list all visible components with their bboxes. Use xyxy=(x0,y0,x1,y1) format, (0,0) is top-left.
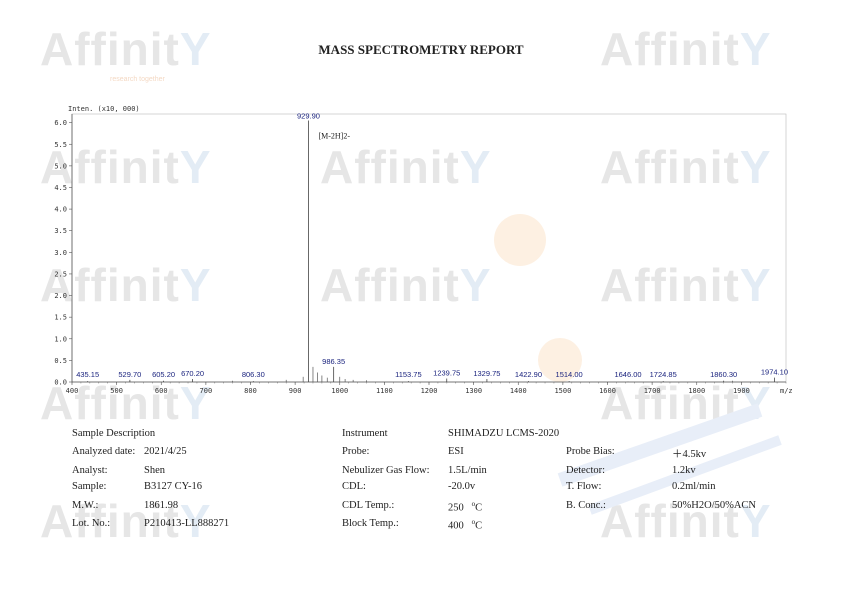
x-tick-label: 1700 xyxy=(644,387,661,395)
block-temp-label: Block Temp.: xyxy=(342,518,399,529)
mass-spectrum-chart: Inten. (x10, 000) 0.0 0.5 1.0 1.5 2.0 2.5 3.0 3.… xyxy=(54,105,792,395)
peak-label: 929.90 xyxy=(297,111,320,120)
x-tick-label: 800 xyxy=(244,387,257,395)
peak-label: 1514.00 xyxy=(556,370,583,379)
analyst-value: Shen xyxy=(144,465,165,476)
peak-label: 986.35 xyxy=(322,357,345,366)
y-tick-label: 2.5 xyxy=(54,270,67,278)
detector-label: Detector: xyxy=(566,465,606,476)
tflow-label: T. Flow: xyxy=(566,481,602,492)
cdl-temp-value: 250 oC xyxy=(448,500,483,514)
instrument-value: SHIMADZU LCMS-2020 xyxy=(448,428,560,439)
y-tick-label: 1.0 xyxy=(54,335,67,343)
probe-bias-label: Probe Bias: xyxy=(566,446,615,457)
mw-label: M.W.: xyxy=(72,500,99,511)
y-tick-label: 5.5 xyxy=(54,141,67,149)
y-tick-label: 3.0 xyxy=(54,249,67,257)
chart-axes: Inten. (x10, 000) 0.0 0.5 1.0 1.5 2.0 2.5 3.0 3.… xyxy=(54,105,792,395)
lot-label: Lot. No.: xyxy=(72,518,111,529)
instrument-label: Instrument xyxy=(342,428,388,439)
cdl-temp-label: CDL Temp.: xyxy=(342,500,395,511)
y-tick-label: 1.5 xyxy=(54,314,67,322)
x-tick-label: 900 xyxy=(289,387,302,395)
peak-label: 1724.85 xyxy=(650,370,677,379)
analyst-label: Analyst: xyxy=(72,465,108,476)
peak-label: 1329.75 xyxy=(473,369,500,378)
cdl-label: CDL: xyxy=(342,481,366,492)
peak-label: 1860.30 xyxy=(710,370,737,379)
lot-value: P210413-LL888271 xyxy=(144,518,230,529)
y-tick-label: 0.0 xyxy=(54,379,67,387)
x-tick-label: 1600 xyxy=(599,387,616,395)
analyzed-date-label: Analyzed date: xyxy=(72,446,136,457)
peak-label: 605.20 xyxy=(152,370,175,379)
plot-frame xyxy=(71,113,787,383)
tflow-value: 0.2ml/min xyxy=(672,481,716,492)
y-tick-label: 4.5 xyxy=(54,184,67,192)
x-tick-label: 1900 xyxy=(733,387,750,395)
report-title: MASS SPECTROMETRY REPORT xyxy=(318,42,524,57)
block-temp-value: 400 oC xyxy=(448,518,483,532)
sample-label: Sample: xyxy=(72,481,107,492)
probe-label: Probe: xyxy=(342,446,370,457)
y-tick-label: 4.0 xyxy=(54,206,67,214)
nebulizer-value: 1.5L/min xyxy=(448,465,487,476)
x-tick-label: 500 xyxy=(110,387,123,395)
mw-value: 1861.98 xyxy=(144,500,179,511)
sample-value: B3127 CY-16 xyxy=(144,481,203,492)
x-tick-label: 600 xyxy=(155,387,168,395)
probe-bias-value: ＋4.5kv xyxy=(672,449,707,460)
x-tick-label: 1100 xyxy=(376,387,393,395)
x-tick-label: 1200 xyxy=(421,387,438,395)
y-tick-label: 0.5 xyxy=(54,357,67,365)
peak-label: 806.30 xyxy=(242,370,265,379)
nebulizer-label: Nebulizer Gas Flow: xyxy=(342,465,430,476)
peak-label: 435.15 xyxy=(76,370,99,379)
x-tick-label: 1300 xyxy=(465,387,482,395)
chart-marks: 435.15 529.70 605.20 670.20 806.30 929.90 986.… xyxy=(76,111,788,382)
peak-label: 670.20 xyxy=(181,369,204,378)
x-tick-label: 1000 xyxy=(331,387,348,395)
bconc-value: 50%H2O/50%ACN xyxy=(672,500,756,511)
probe-value: ESI xyxy=(448,446,464,457)
y-tick-label: 2.0 xyxy=(54,292,67,300)
x-tick-label: 400 xyxy=(66,387,79,395)
y-tick-label: 5.0 xyxy=(54,162,67,170)
cdl-value: -20.0v xyxy=(448,481,476,492)
peak-label: 1422.90 xyxy=(515,370,542,379)
x-tick-label: 700 xyxy=(200,387,213,395)
x-tick-label: 1400 xyxy=(510,387,527,395)
peak-label: 529.70 xyxy=(118,370,141,379)
detector-value: 1.2kv xyxy=(672,465,696,476)
peak-annotation: [M-2H]2- xyxy=(318,131,350,140)
peak-label: 1646.00 xyxy=(614,370,641,379)
sample-section-title: Sample Description xyxy=(72,428,156,439)
peak-label: 1239.75 xyxy=(433,369,460,378)
x-tick-label: 1800 xyxy=(688,387,705,395)
analyzed-date-value: 2021/4/25 xyxy=(144,446,187,457)
peak-label: 1153.75 xyxy=(395,370,422,379)
y-tick-label: 6.0 xyxy=(54,119,67,127)
x-axis-label: m/z xyxy=(780,387,793,395)
y-axis-unit-label: Inten. (x10, 000) xyxy=(68,105,140,113)
bconc-label: B. Conc.: xyxy=(566,500,606,511)
x-tick-label: 1500 xyxy=(554,387,571,395)
y-tick-label: 3.5 xyxy=(54,227,67,235)
peak-label: 1974.10 xyxy=(761,368,788,377)
